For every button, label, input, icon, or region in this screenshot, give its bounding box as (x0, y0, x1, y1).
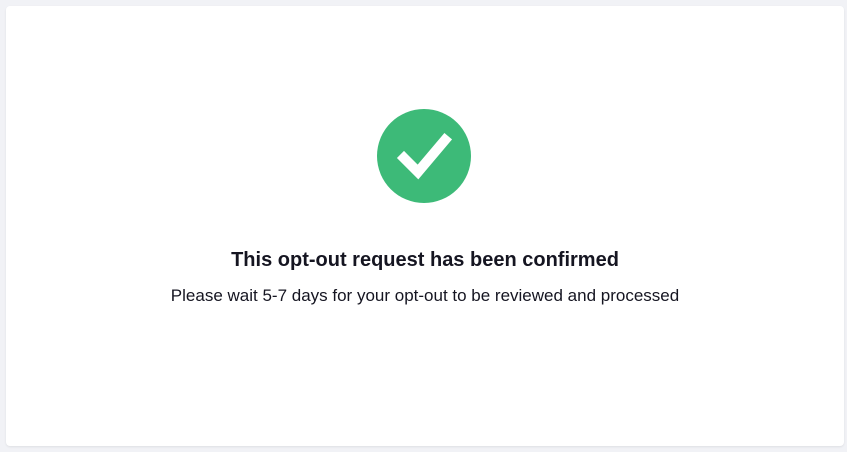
checkmark-icon (396, 132, 453, 180)
confirmation-title: This opt-out request has been confirmed (231, 249, 619, 271)
checkmark-circle-icon (377, 109, 471, 203)
confirmation-card: This opt-out request has been confirmed … (6, 6, 844, 446)
confirmation-message: Please wait 5-7 days for your opt-out to… (170, 286, 680, 305)
